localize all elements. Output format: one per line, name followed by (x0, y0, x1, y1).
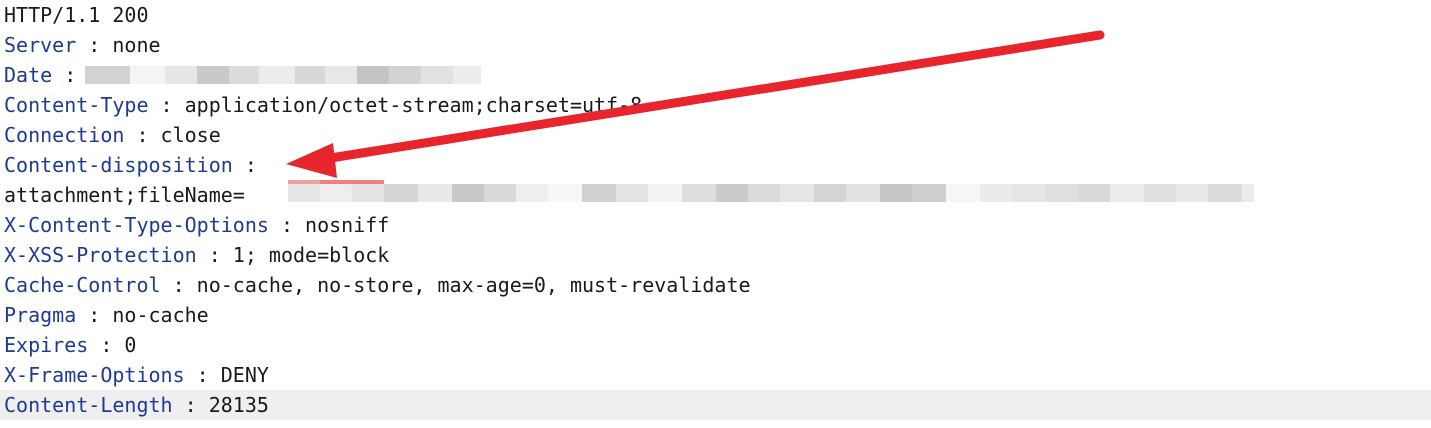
http-response-viewer: HTTP/1.1 200 Server : none Date : Conten… (0, 0, 1431, 428)
red-arrow-icon (286, 30, 1105, 178)
